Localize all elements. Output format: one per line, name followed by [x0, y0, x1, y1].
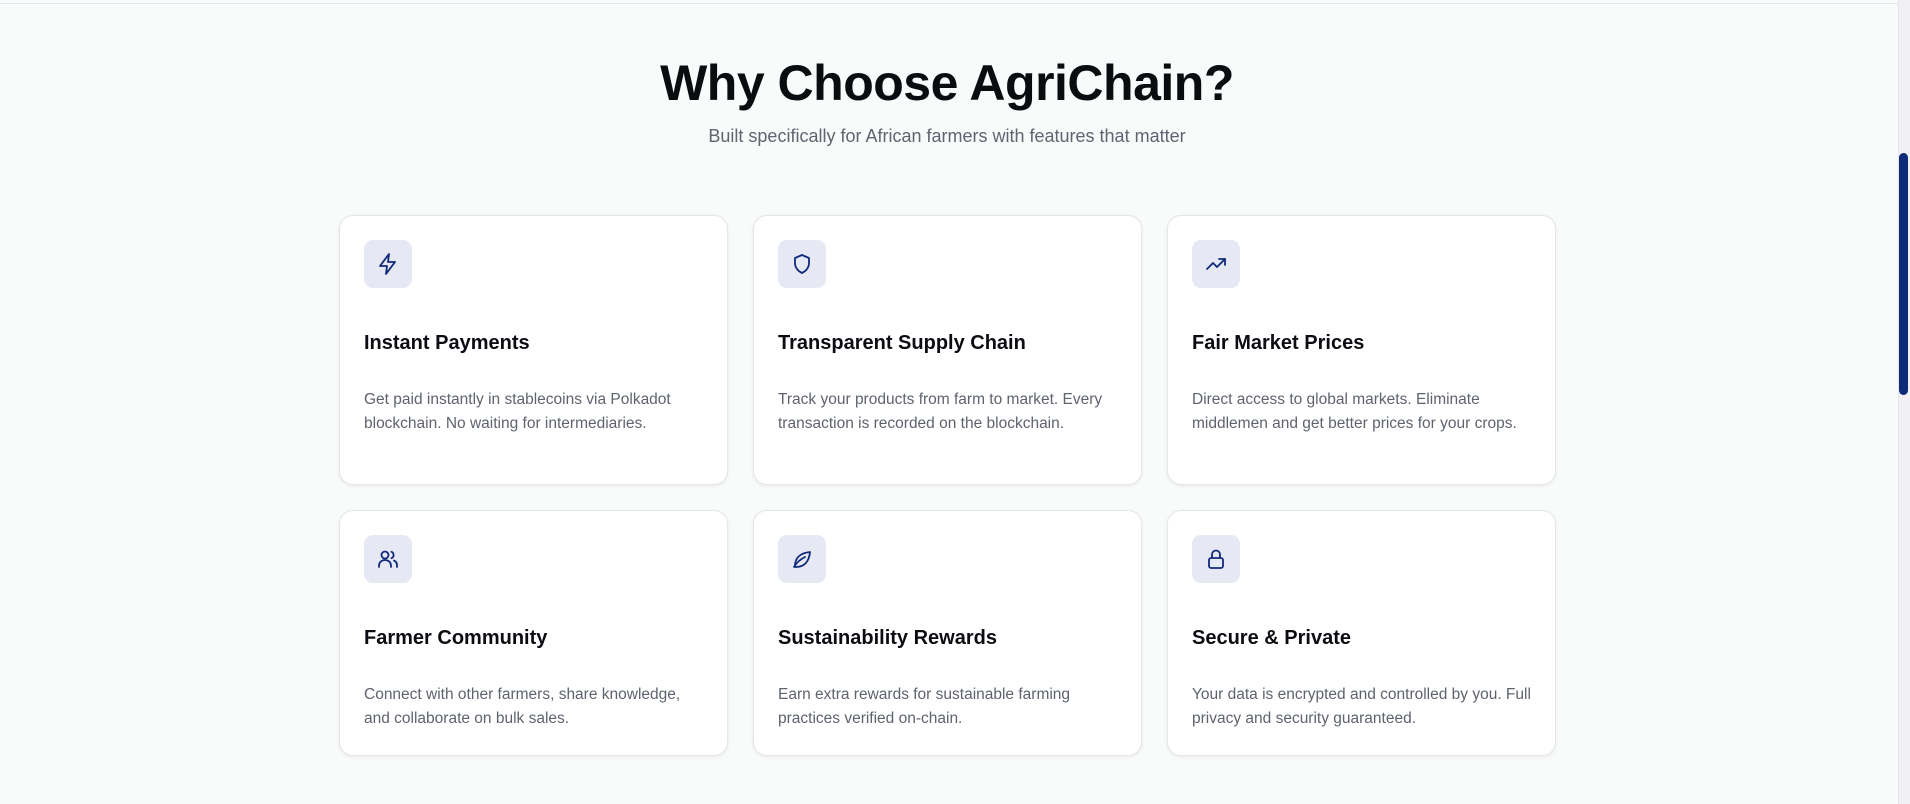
feature-title: Instant Payments: [364, 332, 530, 354]
section-subtitle: Built specifically for African farmers w…: [708, 126, 1186, 146]
feature-card-instant-payments: Instant Payments Get paid instantly in s…: [339, 215, 728, 485]
feature-card-transparent-supply-chain: Transparent Supply Chain Track your prod…: [753, 215, 1142, 485]
scrollbar-thumb[interactable]: [1899, 153, 1908, 395]
users-icon: [364, 535, 412, 583]
vertical-scrollbar[interactable]: [1898, 0, 1910, 804]
shield-icon: [778, 240, 826, 288]
feature-description: Track your products from farm to market.…: [778, 391, 1103, 432]
feature-title: Fair Market Prices: [1192, 332, 1365, 354]
feature-description: Your data is encrypted and controlled by…: [1192, 686, 1531, 727]
lock-icon: [1192, 535, 1240, 583]
feature-card-farmer-community: Farmer Community Connect with other farm…: [339, 510, 728, 756]
feature-description: Connect with other farmers, share knowle…: [364, 686, 681, 727]
feature-title: Sustainability Rewards: [778, 627, 997, 649]
section-title: Why Choose AgriChain?: [660, 55, 1234, 111]
feature-description: Earn extra rewards for sustainable farmi…: [778, 686, 1071, 727]
feature-description: Direct access to global markets. Elimina…: [1192, 391, 1517, 432]
page: Why Choose AgriChain? Built specifically…: [0, 0, 1910, 804]
feature-card-sustainability-rewards: Sustainability Rewards Earn extra reward…: [753, 510, 1142, 756]
feature-title: Secure & Private: [1192, 627, 1351, 649]
feature-grid: Instant Payments Get paid instantly in s…: [339, 215, 1556, 756]
feature-title: Transparent Supply Chain: [778, 332, 1026, 354]
feature-description: Get paid instantly in stablecoins via Po…: [364, 391, 671, 432]
feature-card-secure-private: Secure & Private Your data is encrypted …: [1167, 510, 1556, 756]
feature-card-fair-market-prices: Fair Market Prices Direct access to glob…: [1167, 215, 1556, 485]
trending-up-icon: [1192, 240, 1240, 288]
leaf-icon: [778, 535, 826, 583]
lightning-icon: [364, 240, 412, 288]
features-section: Why Choose AgriChain? Built specifically…: [0, 0, 1898, 804]
feature-title: Farmer Community: [364, 627, 548, 649]
